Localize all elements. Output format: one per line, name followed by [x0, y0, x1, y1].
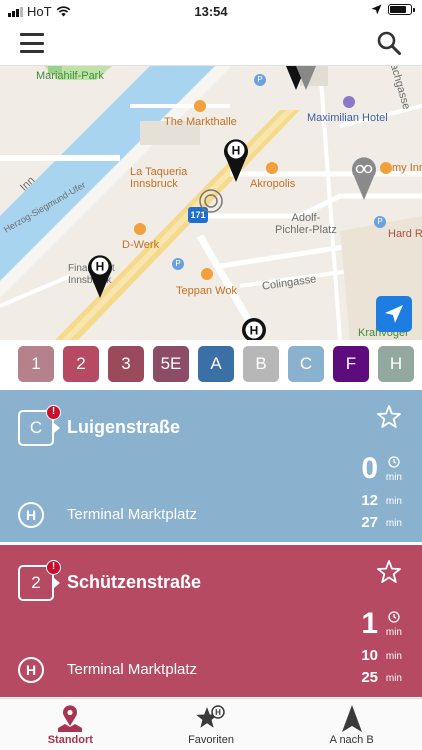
tab-favoriten[interactable]: H Favoriten — [141, 699, 282, 750]
departure-time-2: 12 min — [322, 492, 402, 514]
navigation-arrow-icon — [385, 305, 403, 323]
stop-marker-icon[interactable]: H — [241, 317, 267, 340]
map-pin-icon — [58, 705, 83, 732]
line-chip-1[interactable]: 1 — [18, 346, 54, 382]
departure-value: 12 — [361, 492, 378, 509]
battery-icon — [388, 4, 415, 15]
alert-icon[interactable]: ! — [46, 405, 61, 420]
map-label-akropolis: Akropolis — [250, 178, 296, 190]
map-label-teppan: Teppan Wok — [176, 285, 237, 297]
line-chip-f[interactable]: F — [333, 346, 369, 382]
poi-restaurant-icon-3 — [201, 268, 213, 280]
stop-pin-icon-4[interactable] — [292, 66, 320, 90]
tab-label: Favoriten — [188, 734, 234, 746]
departure-times: 0 min 12 min 27 min — [322, 452, 402, 536]
line-badge[interactable]: 2 ! — [18, 560, 62, 601]
next-departure-unit: min — [385, 472, 402, 483]
clock-time: 13:54 — [194, 4, 228, 19]
stop-pin-letter-2: H — [96, 260, 105, 274]
next-departure-unit: min — [385, 627, 402, 638]
stop-pin-letter: H — [232, 144, 241, 158]
poi-shopping-icon — [194, 100, 206, 112]
favorite-star-icon[interactable] — [376, 559, 402, 585]
departure-time-next: 1 min — [322, 607, 402, 647]
tab-label: Standort — [47, 734, 93, 746]
departure-times: 1 min 10 min 25 min — [322, 607, 402, 691]
poi-shopping-icon-2 — [134, 223, 146, 235]
realtime-clock-icon — [388, 611, 400, 623]
target-circle-icon — [199, 189, 223, 213]
parking-icon-2: P — [374, 216, 386, 228]
map-label-myinn: my Inn — [392, 162, 422, 174]
line-chip-b[interactable]: B — [243, 346, 279, 382]
poi-restaurant-icon-2 — [380, 162, 392, 174]
next-departure-value: 1 — [361, 607, 378, 640]
line-chip-3[interactable]: 3 — [108, 346, 144, 382]
stop-pin-icon-2[interactable]: H — [86, 254, 114, 298]
bottom-tab-bar: Standort H Favoriten A nach B — [0, 698, 422, 750]
departure-time-3: 25 min — [322, 669, 402, 691]
parking-icon-3: P — [172, 258, 184, 270]
departure-unit: min — [385, 651, 402, 662]
map-view[interactable]: Mariahilf-Park The Markthalle P Maximili… — [0, 66, 422, 340]
line-chip-2[interactable]: 2 — [63, 346, 99, 382]
stop-name: Terminal Marktplatz — [67, 506, 198, 523]
stop-icon: H — [18, 657, 44, 683]
battery-fill — [390, 6, 406, 13]
departure-time-2: 10 min — [322, 647, 402, 669]
status-bar: HoT 13:54 — [0, 0, 422, 22]
tab-standort[interactable]: Standort — [0, 699, 141, 750]
departure-card-2[interactable]: 2 ! Schützenstraße H Terminal Marktplatz… — [0, 545, 422, 697]
poi-restaurant-icon — [266, 162, 278, 174]
departure-card[interactable]: C ! Luigenstraße H Terminal Marktplatz 0… — [0, 390, 422, 542]
star-stop-icon: H — [196, 705, 225, 728]
alert-icon[interactable]: ! — [46, 560, 61, 575]
next-departure-value: 0 — [361, 452, 378, 485]
map-label-hardrock: Hard Ro — [388, 228, 422, 240]
realtime-clock-icon — [388, 456, 400, 468]
destination-label: Schützenstraße — [67, 572, 202, 592]
line-chip-a[interactable]: A — [198, 346, 234, 382]
line-chip-5e[interactable]: 5E — [153, 346, 189, 382]
tab-a-nach-b[interactable]: A nach B — [281, 699, 422, 750]
line-chip-c[interactable]: C — [288, 346, 324, 382]
parking-icon: P — [254, 74, 266, 86]
hamburger-menu-icon[interactable] — [20, 33, 44, 53]
map-label-dwerk: D-Werk — [122, 239, 160, 251]
stop-marker-letter: H — [250, 324, 259, 338]
departure-value: 10 — [361, 647, 378, 664]
top-navigation-bar — [0, 22, 422, 66]
line-badge[interactable]: C ! — [18, 405, 62, 446]
departure-unit: min — [385, 496, 402, 507]
bike-pin-icon[interactable] — [350, 156, 378, 200]
stop-name: Terminal Marktplatz — [67, 661, 198, 678]
tab-label: A nach B — [329, 734, 374, 746]
location-arrow-icon — [371, 4, 382, 15]
departure-unit: min — [385, 673, 402, 684]
line-chip-h[interactable]: H — [378, 346, 414, 382]
stop-icon: H — [18, 502, 44, 528]
stop-pin-icon[interactable]: H — [222, 138, 250, 182]
line-filter-bar: 1 2 3 5E A B C F H — [0, 340, 422, 388]
map-label-taqueria: La Taqueria Innsbruck — [130, 166, 188, 190]
hotel-icon — [343, 96, 355, 108]
departure-value: 25 — [361, 669, 378, 686]
map-label-adolf: Adolf- Pichler-Platz — [275, 212, 337, 236]
departure-value: 27 — [361, 514, 378, 531]
locate-me-button[interactable] — [376, 296, 412, 332]
favorite-star-icon[interactable] — [376, 404, 402, 430]
departure-time-next: 0 min — [322, 452, 402, 492]
map-label-markthalle: The Markthalle — [164, 116, 237, 128]
map-label-park: Mariahilf-Park — [36, 70, 104, 82]
destination-label: Luigenstraße — [67, 417, 181, 437]
direction-arrow-icon — [341, 705, 362, 732]
map-label-maximilian: Maximilian Hotel — [307, 112, 388, 124]
departure-unit: min — [385, 518, 402, 529]
favorite-stop-letter: H — [215, 708, 221, 717]
status-right — [371, 4, 415, 15]
search-icon[interactable] — [376, 30, 402, 56]
departure-time-3: 27 min — [322, 514, 402, 536]
